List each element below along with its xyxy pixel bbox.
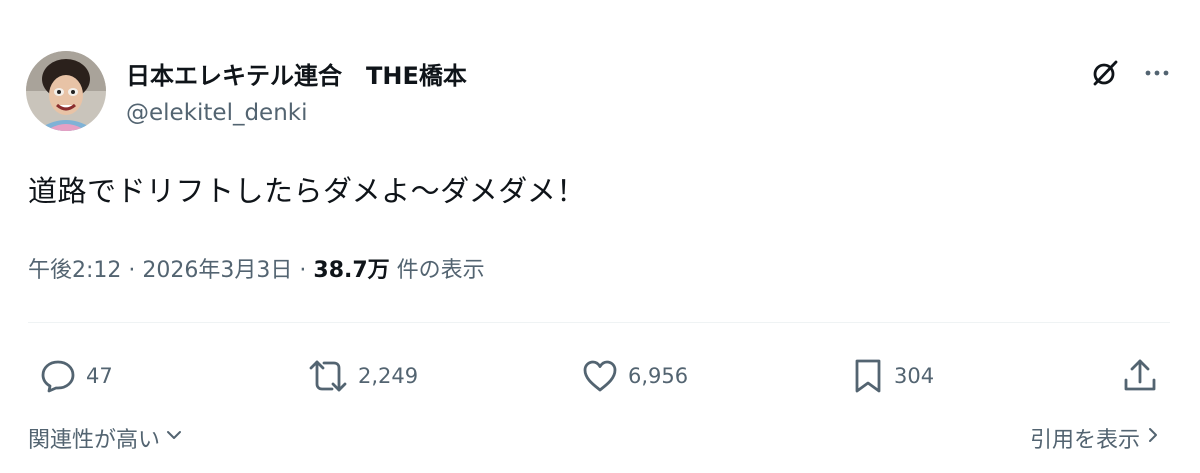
avatar[interactable] bbox=[26, 51, 106, 131]
like-count: 6,956 bbox=[628, 364, 689, 388]
repost-count: 2,249 bbox=[358, 364, 419, 388]
like-icon bbox=[580, 356, 620, 396]
show-quotes-label: 引用を表示 bbox=[1029, 428, 1140, 453]
post: 日本エレキテル連合 THE橋本 @elekitel_denki 道路でドリフトし… bbox=[0, 0, 1200, 473]
reply-button[interactable]: 47 bbox=[38, 356, 113, 396]
meta-separator: · bbox=[299, 258, 307, 283]
post-date[interactable]: 2026年3月3日 bbox=[142, 258, 292, 283]
sort-replies-dropdown[interactable]: 関連性が高い bbox=[28, 422, 184, 454]
share-button[interactable] bbox=[1120, 356, 1160, 396]
post-text: 道路でドリフトしたらダメよ～ダメダメ！ bbox=[28, 174, 586, 208]
grok-icon[interactable] bbox=[1090, 58, 1120, 88]
chevron-right-icon bbox=[1144, 425, 1162, 451]
divider bbox=[28, 322, 1170, 323]
views-count: 38.7万 bbox=[313, 258, 390, 283]
post-meta: 午後2:12 · 2026年3月3日 · 38.7万 件の表示 bbox=[28, 252, 485, 284]
show-quotes-link[interactable]: 引用を表示 bbox=[1030, 422, 1162, 454]
bookmark-icon bbox=[850, 356, 886, 396]
reply-icon bbox=[38, 356, 78, 396]
more-icon[interactable] bbox=[1142, 58, 1172, 88]
like-button[interactable]: 6,956 bbox=[580, 356, 688, 396]
chevron-down-icon bbox=[164, 425, 184, 451]
meta-separator: · bbox=[128, 258, 136, 283]
repost-button[interactable]: 2,249 bbox=[306, 356, 418, 396]
post-time[interactable]: 午後2:12 bbox=[28, 258, 121, 283]
handle[interactable]: @elekitel_denki bbox=[126, 100, 308, 126]
sort-label: 関連性が高い bbox=[28, 428, 161, 453]
bookmark-count: 304 bbox=[894, 364, 935, 388]
share-icon bbox=[1120, 356, 1160, 396]
bookmark-button[interactable]: 304 bbox=[850, 356, 934, 396]
display-name[interactable]: 日本エレキテル連合 THE橋本 bbox=[126, 56, 467, 91]
post-header-actions bbox=[1090, 58, 1172, 88]
repost-icon bbox=[306, 356, 350, 396]
views-label: 件の表示 bbox=[396, 258, 485, 283]
reply-count: 47 bbox=[86, 364, 113, 388]
